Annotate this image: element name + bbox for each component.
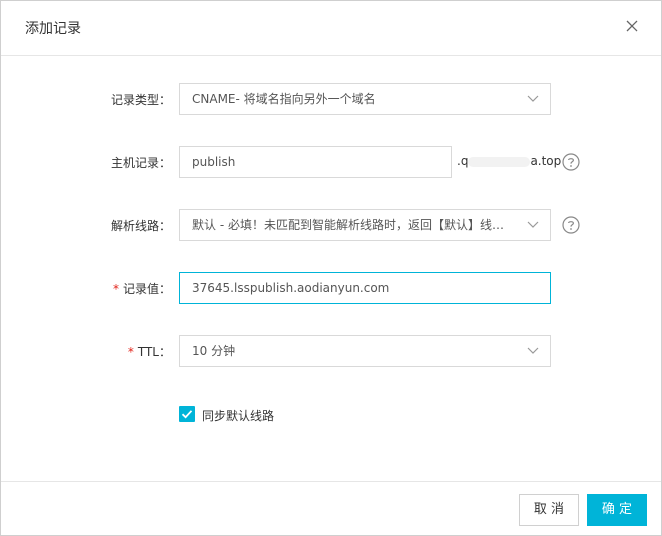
ttl-value: 10 分钟	[192, 344, 236, 358]
help-icon[interactable]	[562, 216, 580, 234]
required-mark: *	[127, 345, 134, 359]
dialog-header: 添加记录	[1, 1, 661, 56]
host-record-label: 主机记录：	[110, 156, 171, 170]
record-value-text: 37645.lsspublish.aodianyun.com	[192, 281, 390, 295]
ttl-row: * TTL： 10 分钟	[1, 335, 661, 367]
chevron-down-icon	[526, 93, 540, 105]
record-value-row: * 记录值： 37645.lsspublish.aodianyun.com	[1, 272, 661, 304]
ttl-label-text: TTL：	[137, 345, 171, 359]
record-type-value: CNAME- 将域名指向另外一个域名	[192, 92, 376, 106]
required-mark: *	[112, 282, 119, 296]
close-icon[interactable]	[623, 17, 641, 35]
help-icon[interactable]	[562, 153, 580, 171]
host-record-value: publish	[192, 155, 236, 169]
record-value-input[interactable]: 37645.lsspublish.aodianyun.com	[179, 272, 551, 304]
add-record-dialog: 添加记录 记录类型： CNAME- 将域名指向另外一个域名 主机记录： publ…	[0, 0, 662, 536]
ttl-label: * TTL：	[128, 343, 171, 360]
resolve-line-value: 默认 - 必填！未匹配到智能解析线路时，返回【默认】线路...	[192, 218, 516, 232]
resolve-line-label: 解析线路：	[110, 219, 171, 233]
sync-default-checkbox[interactable]	[179, 406, 195, 422]
host-record-row: 主机记录： publish .q a.top	[1, 146, 661, 178]
dialog-title: 添加记录	[25, 21, 81, 37]
resolve-line-select[interactable]: 默认 - 必填！未匹配到智能解析线路时，返回【默认】线路...	[179, 209, 551, 241]
ttl-select[interactable]: 10 分钟	[179, 335, 551, 367]
cancel-button[interactable]: 取 消	[519, 494, 579, 526]
record-value-label: * 记录值：	[113, 280, 171, 297]
record-type-label: 记录类型：	[110, 93, 171, 107]
sync-default-label: 同步默认线路	[202, 409, 275, 423]
record-type-select[interactable]: CNAME- 将域名指向另外一个域名	[179, 83, 551, 115]
chevron-down-icon	[526, 219, 540, 231]
host-record-input[interactable]: publish	[179, 146, 452, 178]
domain-suffix-end: a.top	[530, 154, 562, 168]
record-type-row: 记录类型： CNAME- 将域名指向另外一个域名	[1, 83, 661, 115]
dialog-footer: 取 消 确 定	[1, 481, 661, 536]
confirm-button[interactable]: 确 定	[587, 494, 647, 526]
domain-suffix-start: .q	[457, 154, 469, 168]
redacted-domain	[468, 156, 531, 167]
chevron-down-icon	[526, 345, 540, 357]
resolve-line-row: 解析线路： 默认 - 必填！未匹配到智能解析线路时，返回【默认】线路...	[1, 209, 661, 241]
domain-suffix: .q a.top	[457, 154, 561, 168]
record-value-label-text: 记录值：	[122, 282, 171, 296]
